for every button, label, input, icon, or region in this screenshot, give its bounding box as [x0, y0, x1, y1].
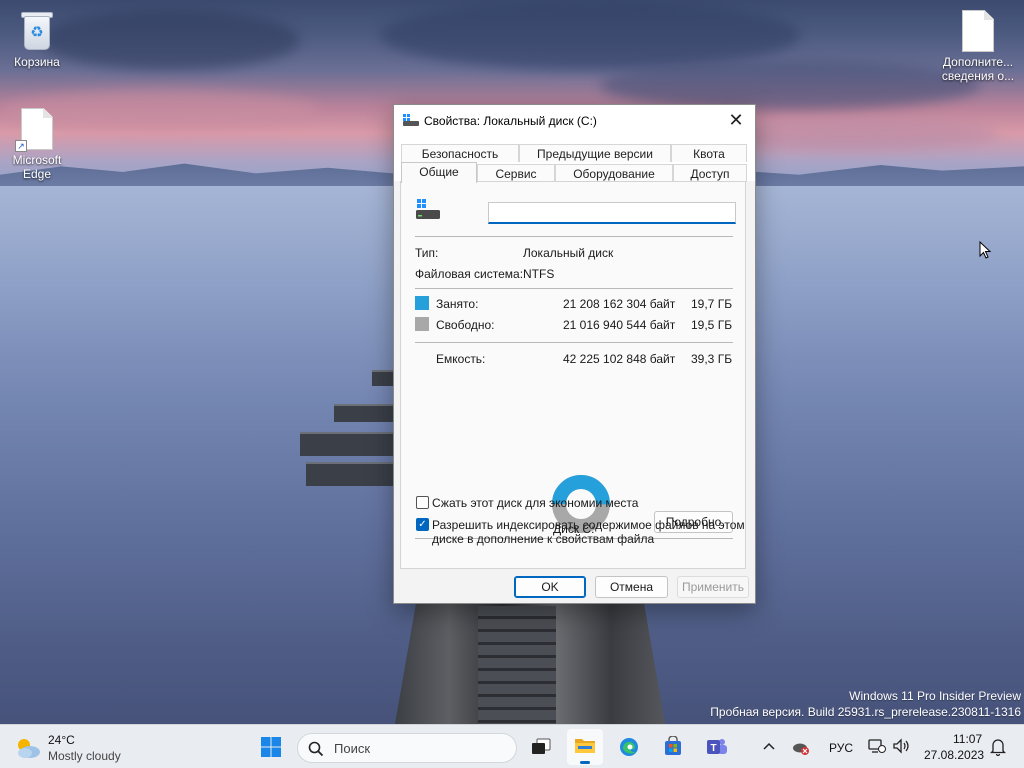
start-button[interactable] [253, 729, 289, 765]
store-icon [665, 736, 681, 755]
task-view-icon [532, 738, 551, 754]
recycle-bin-icon: ♻ [19, 10, 55, 52]
pier-steps [478, 606, 556, 724]
compress-checkbox[interactable] [416, 496, 429, 509]
index-label-line2: диске в дополнение к свойствам файла [432, 532, 655, 546]
type-label: Тип: [415, 246, 439, 260]
local-disk-icon [416, 199, 440, 219]
cloud [40, 10, 300, 70]
clock-date[interactable]: 27.08.2023 [924, 748, 984, 762]
file-explorer-button[interactable] [567, 729, 603, 765]
divider [415, 288, 733, 289]
used-space-swatch [415, 296, 429, 310]
document-icon [962, 10, 994, 52]
edge-button[interactable] [611, 729, 647, 765]
weather-description: Mostly cloudy [48, 749, 121, 763]
used-label: Занято: [436, 297, 479, 311]
teams-icon: T [707, 739, 727, 754]
dialog-title: Свойства: Локальный диск (C:) [424, 114, 597, 128]
tab-hardware[interactable]: Оборудование [555, 164, 673, 182]
desktop-icon-recycle-bin[interactable]: ♻ Корзина [0, 10, 74, 69]
capacity-label: Емкость: [436, 352, 486, 366]
onedrive-error-icon[interactable] [792, 738, 810, 756]
watermark-line2: Пробная версия. Build 25931.rs_prereleas… [710, 705, 1021, 719]
used-bytes: 21 208 162 304 байт [563, 297, 676, 311]
filesystem-label: Файловая система: [415, 267, 524, 281]
desktop-icon-label: Корзина [14, 55, 60, 69]
cancel-button[interactable]: Отмена [595, 576, 668, 598]
pier-plank [306, 462, 394, 486]
running-indicator [580, 761, 590, 764]
tab-general[interactable]: Общие [401, 162, 477, 183]
build-watermark: Windows 11 Pro Insider Preview Пробная в… [710, 688, 1021, 720]
divider [415, 342, 733, 343]
type-value: Локальный диск [523, 246, 614, 260]
show-hidden-icons-chevron-icon[interactable] [763, 741, 775, 751]
clock-time[interactable]: 11:07 [953, 732, 982, 746]
store-button[interactable] [655, 729, 691, 765]
taskbar: 24°C Mostly cloudy Поиск T РУС 11:07 27.… [0, 724, 1024, 768]
tab-strip: Безопасность Предыдущие версии Квота Общ… [394, 137, 755, 183]
taskbar-search[interactable]: Поиск [297, 733, 517, 763]
ok-button[interactable]: OK [514, 576, 586, 598]
task-view-button[interactable] [523, 729, 559, 765]
compress-label: Сжать этот диск для экономии места [432, 496, 639, 510]
tab-security[interactable]: Безопасность [401, 144, 519, 162]
general-tab-panel: Тип: Локальный диск Файловая система: NT… [400, 181, 746, 569]
disk-properties-dialog: Свойства: Локальный диск (C:) ✕ Безопасн… [393, 104, 756, 604]
desktop-icon-label: Microsoft Edge [12, 153, 62, 181]
apply-button[interactable]: Применить [677, 576, 749, 598]
start-icon [261, 737, 281, 757]
tab-quota[interactable]: Квота [671, 144, 747, 162]
file-explorer-icon [575, 739, 595, 753]
free-bytes: 21 016 940 544 байт [563, 318, 676, 332]
watermark-line1: Windows 11 Pro Insider Preview [849, 689, 1021, 703]
network-icon[interactable] [868, 738, 886, 754]
free-label: Свободно: [436, 318, 495, 332]
input-language[interactable]: РУС [829, 741, 853, 755]
used-gb: 19,7 ГБ [691, 297, 733, 311]
pier-plank [334, 404, 394, 422]
edge-icon [620, 738, 638, 756]
capacity-bytes: 42 225 102 848 байт [563, 352, 676, 366]
desktop-icon-document[interactable]: Дополните... сведения о... [938, 10, 1018, 83]
tab-previous-versions[interactable]: Предыдущие версии [519, 144, 671, 162]
index-label-line1: Разрешить индексировать содержимое файло… [432, 518, 745, 532]
drive-icon [403, 114, 419, 126]
desktop-icon-edge[interactable]: ↗ Microsoft Edge [0, 108, 74, 181]
pier-plank [300, 432, 394, 456]
filesystem-value: NTFS [523, 267, 555, 281]
cloud [380, 0, 800, 70]
free-space-swatch [415, 317, 429, 331]
edge-shortcut-icon: ↗ [15, 108, 53, 152]
tab-tools[interactable]: Сервис [477, 164, 555, 182]
free-gb: 19,5 ГБ [691, 318, 733, 332]
desktop-icon-label: Дополните... сведения о... [941, 55, 1015, 83]
weather-temperature: 24°C [48, 733, 75, 747]
index-checkbox[interactable]: ✓ [416, 518, 429, 531]
divider [415, 236, 733, 237]
mouse-cursor-icon [979, 241, 992, 259]
tab-sharing[interactable]: Доступ [673, 164, 747, 182]
shortcut-arrow-icon: ↗ [15, 140, 27, 152]
notification-bell-icon[interactable] [990, 738, 1006, 756]
cloudy-weather-icon [18, 739, 40, 758]
capacity-gb: 39,3 ГБ [691, 352, 733, 366]
volume-icon[interactable] [892, 738, 910, 754]
dialog-titlebar[interactable]: Свойства: Локальный диск (C:) ✕ [394, 105, 755, 137]
cloud [600, 60, 980, 110]
search-icon [308, 741, 324, 757]
weather-widget[interactable]: 24°C Mostly cloudy [14, 731, 144, 765]
teams-button[interactable]: T [699, 729, 735, 765]
volume-name-input[interactable] [488, 202, 736, 224]
search-placeholder: Поиск [334, 741, 371, 756]
svg-text:T: T [710, 743, 716, 754]
close-button[interactable]: ✕ [717, 105, 755, 137]
